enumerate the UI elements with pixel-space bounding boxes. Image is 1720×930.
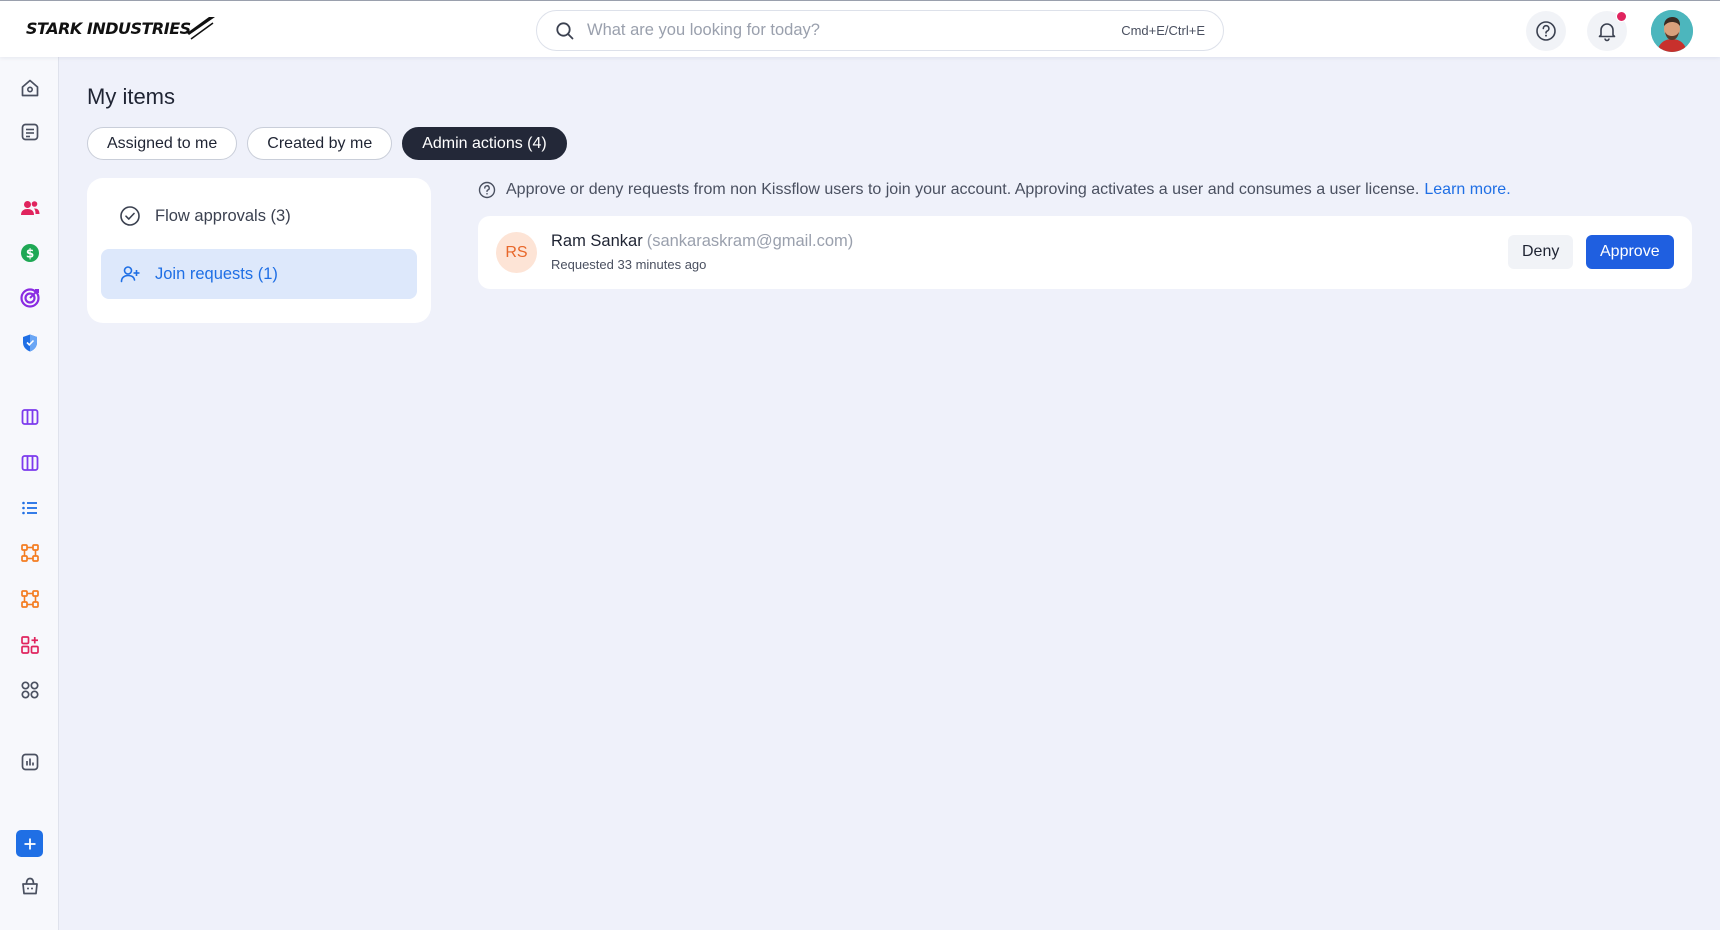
list-icon bbox=[22, 501, 37, 515]
search-input[interactable] bbox=[587, 21, 1107, 40]
search-icon bbox=[555, 21, 575, 41]
sidebar-item-marketplace[interactable] bbox=[17, 873, 43, 899]
board-icon bbox=[21, 409, 39, 425]
deny-button[interactable]: Deny bbox=[1508, 235, 1574, 269]
info-text: Approve or deny requests from non Kissfl… bbox=[506, 181, 1420, 198]
notification-dot bbox=[1616, 11, 1627, 22]
sidebar-item-process-1[interactable] bbox=[17, 540, 43, 566]
help-button[interactable] bbox=[1526, 11, 1566, 51]
tab-admin-actions[interactable]: Admin actions (4) bbox=[402, 127, 567, 160]
sidebar-item-list[interactable] bbox=[17, 495, 43, 521]
tab-assigned-to-me[interactable]: Assigned to me bbox=[87, 127, 238, 160]
admin-actions-panel: Flow approvals (3) Join requests (1) bbox=[87, 178, 431, 323]
board-icon bbox=[21, 455, 39, 471]
shield-icon bbox=[23, 334, 37, 352]
sidebar-item-people[interactable] bbox=[17, 195, 43, 221]
process-icon bbox=[21, 590, 39, 608]
dollar-icon: $ bbox=[21, 244, 39, 262]
search-shortcut-hint: Cmd+E/Ctrl+E bbox=[1121, 23, 1205, 38]
logo-text: STARK INDUSTRIES bbox=[26, 18, 191, 38]
requester-name-line: Ram Sankar (sankaraskram@gmail.com) bbox=[551, 232, 853, 251]
logo-swoosh-icon bbox=[186, 17, 215, 40]
sidebar: $ bbox=[0, 57, 59, 930]
people-icon bbox=[21, 201, 40, 215]
learn-more-link[interactable]: Learn more. bbox=[1424, 181, 1510, 199]
sidebar-item-finance[interactable]: $ bbox=[17, 240, 43, 266]
requester-name: Ram Sankar bbox=[551, 232, 643, 250]
marketplace-icon bbox=[22, 877, 38, 895]
sidebar-item-all-apps[interactable] bbox=[17, 677, 43, 703]
sidebar-item-process-2[interactable] bbox=[17, 586, 43, 612]
sidebar-item-board-1[interactable] bbox=[17, 404, 43, 430]
requester-avatar: RS bbox=[496, 232, 537, 273]
user-add-icon bbox=[119, 263, 141, 285]
info-message: Approve or deny requests from non Kissfl… bbox=[478, 179, 1511, 201]
panel-item-flow-approvals[interactable]: Flow approvals (3) bbox=[101, 191, 417, 241]
process-icon bbox=[21, 544, 39, 562]
create-button[interactable] bbox=[16, 830, 43, 857]
apps-add-icon bbox=[21, 636, 39, 654]
request-timestamp: Requested 33 minutes ago bbox=[551, 257, 707, 272]
analytics-icon bbox=[21, 753, 39, 771]
help-circle-icon bbox=[478, 181, 496, 199]
add-icon bbox=[24, 838, 35, 849]
page-title: My items bbox=[87, 84, 175, 109]
sidebar-item-goals[interactable] bbox=[17, 285, 43, 311]
sidebar-item-apps-add[interactable] bbox=[17, 632, 43, 658]
notifications-button[interactable] bbox=[1587, 11, 1627, 51]
top-bar: STARK INDUSTRIES Cmd+E/Ctrl+E bbox=[0, 0, 1720, 57]
sidebar-item-analytics[interactable] bbox=[17, 749, 43, 775]
panel-item-join-requests[interactable]: Join requests (1) bbox=[101, 249, 417, 299]
target-icon bbox=[20, 288, 40, 308]
join-request-card: RS Ram Sankar (sankaraskram@gmail.com) Re… bbox=[478, 216, 1692, 289]
grid-icon bbox=[21, 681, 39, 699]
sidebar-item-my-items[interactable] bbox=[17, 119, 43, 145]
check-circle-icon bbox=[119, 205, 141, 227]
sidebar-item-home[interactable] bbox=[17, 75, 43, 101]
svg-text:$: $ bbox=[26, 247, 34, 261]
company-logo[interactable]: STARK INDUSTRIES bbox=[26, 15, 217, 41]
home-icon bbox=[21, 79, 39, 97]
search-bar[interactable]: Cmd+E/Ctrl+E bbox=[536, 10, 1224, 51]
requester-email: (sankaraskram@gmail.com) bbox=[646, 232, 854, 250]
approve-button[interactable]: Approve bbox=[1586, 235, 1674, 269]
sidebar-item-board-2[interactable] bbox=[17, 450, 43, 476]
user-photo-icon bbox=[1651, 10, 1693, 52]
help-icon bbox=[1536, 21, 1556, 41]
bell-icon bbox=[1598, 23, 1616, 42]
sidebar-item-security[interactable] bbox=[17, 330, 43, 356]
my-items-icon bbox=[21, 123, 39, 141]
user-avatar[interactable] bbox=[1651, 10, 1693, 52]
panel-item-label: Join requests (1) bbox=[155, 264, 278, 283]
tab-bar: Assigned to me Created by me Admin actio… bbox=[87, 127, 567, 160]
tab-created-by-me[interactable]: Created by me bbox=[247, 127, 393, 160]
panel-item-label: Flow approvals (3) bbox=[155, 206, 291, 225]
